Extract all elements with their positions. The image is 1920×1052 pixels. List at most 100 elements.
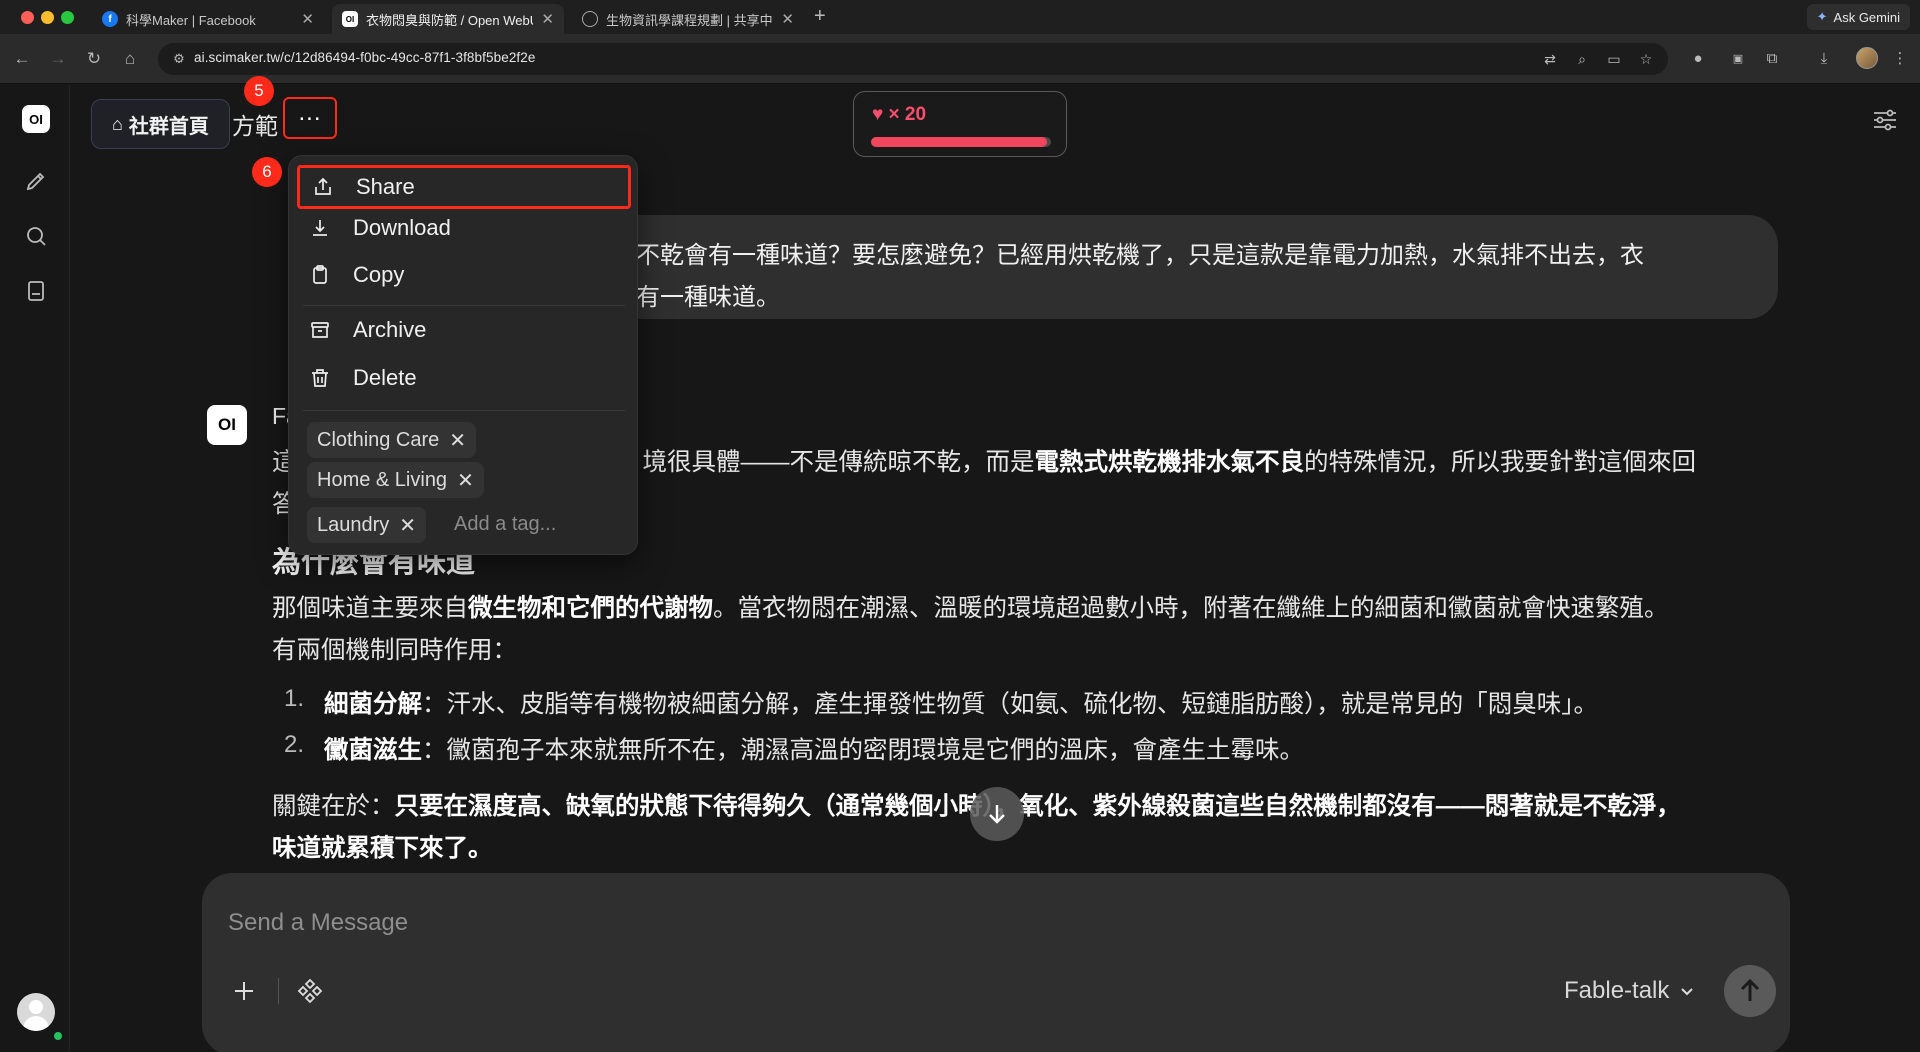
browser-menu-icon[interactable]: ⋮ <box>1888 47 1912 71</box>
community-home-button[interactable]: ⌂ 社群首頁 <box>91 99 230 149</box>
message-input[interactable]: Send a Message <box>228 909 408 937</box>
scroll-to-bottom-button[interactable] <box>970 787 1024 841</box>
tab-share-center[interactable]: 生物資訊學課程規劃 | 共享中心 ✕ <box>572 4 804 34</box>
archive-icon <box>307 317 333 343</box>
minimize-window-button[interactable] <box>41 11 54 24</box>
maximize-window-button[interactable] <box>61 11 74 24</box>
text-run: 的特殊情況，所以我要針對這個來回 <box>1304 449 1696 476</box>
browser-toolbar: ← → ↻ ⌂ ⚙ ai.scimaker.tw/c/12d86494-f0bc… <box>0 34 1920 84</box>
user-message-bubble: 不乾會有一種味道？要怎麼避免？已經用烘乾機了，只是這款是靠電力加熱，水氣排不出去… <box>600 215 1778 319</box>
text-run-bold: 味道就累積下來了。 <box>272 835 493 862</box>
menu-item-copy[interactable]: Copy <box>297 253 631 297</box>
arrow-up-icon <box>1740 978 1760 1001</box>
notes-book-icon[interactable] <box>22 277 50 305</box>
menu-separator <box>303 410 625 411</box>
extension-icon[interactable]: ● <box>1686 47 1710 71</box>
close-icon[interactable]: ✕ <box>781 10 794 28</box>
trash-icon <box>307 365 333 391</box>
tag-chip: Home & Living ✕ <box>307 462 484 498</box>
new-tab-button[interactable]: + <box>814 5 826 28</box>
add-attachment-button[interactable] <box>226 973 262 1009</box>
text-run: 關鍵在於： <box>272 793 395 820</box>
reload-icon[interactable]: ↻ <box>82 47 106 71</box>
list-number: 2. <box>284 731 305 758</box>
bookmark-star-icon[interactable]: ☆ <box>1636 49 1656 69</box>
menu-item-share[interactable]: Share <box>297 165 631 209</box>
remove-tag-icon[interactable]: ✕ <box>399 513 416 538</box>
step-badge-5: 5 <box>244 76 274 106</box>
new-chat-pencil-icon[interactable] <box>22 167 50 195</box>
text-run: 境很具體——不是傳統晾不乾，而是 <box>642 449 1035 476</box>
tab-label: 生物資訊學課程規劃 | 共享中心 <box>606 12 774 28</box>
close-icon[interactable]: ✕ <box>301 10 314 28</box>
online-status-dot <box>52 1030 64 1042</box>
zoom-icon[interactable]: ⌕ <box>1572 49 1592 69</box>
text-run-bold: 黴菌滋生 <box>324 737 422 764</box>
text-run: ：黴菌孢子本來就無所不在，潮濕高溫的密閉環境是它們的溫床，會產生土霉味。 <box>422 737 1304 764</box>
share-icon <box>310 174 336 200</box>
close-window-button[interactable] <box>21 11 34 24</box>
globe-icon <box>582 11 598 27</box>
home-icon[interactable]: ⌂ <box>118 47 142 71</box>
chat-more-options-button[interactable]: ... <box>283 97 337 139</box>
open-webui-app: OI ⌂ 社群首頁 方範 ... 5 ♥ × 20 不乾會有一種味道？要怎麼避免… <box>0 76 1920 1052</box>
user-avatar[interactable] <box>17 993 55 1031</box>
community-home-label: 社群首頁 <box>128 115 209 138</box>
model-name: Fable-talk <box>1564 977 1670 1004</box>
send-button[interactable] <box>1724 965 1776 1017</box>
step-badge-6: 6 <box>252 157 282 187</box>
add-tag-input[interactable]: Add a tag... <box>454 513 556 536</box>
text-run-bold: 微生物和它們的代謝物 <box>468 595 713 622</box>
list-item: 細菌分解：汗水、皮脂等有機物被細菌分解，產生揮發性物質（如氨、硫化物、短鏈脂肪酸… <box>324 685 1598 720</box>
menu-item-archive[interactable]: Archive <box>297 308 631 352</box>
menu-item-download[interactable]: Download <box>297 206 631 250</box>
composer-divider <box>278 978 279 1004</box>
menu-item-delete[interactable]: Delete <box>297 356 631 400</box>
home-icon: ⌂ <box>112 113 123 134</box>
tag-chip: Clothing Care ✕ <box>307 422 477 458</box>
chat-title[interactable]: 方範 <box>232 107 278 141</box>
install-app-icon[interactable]: ▭ <box>1604 49 1624 69</box>
back-arrow-icon[interactable]: ← <box>10 47 34 71</box>
gemini-label: Ask Gemini <box>1833 9 1900 25</box>
url-text: ai.scimaker.tw/c/12d86494-f0bc-49cc-87f1… <box>194 50 536 65</box>
browser-profile-avatar[interactable] <box>1856 47 1878 69</box>
download-icon <box>307 215 333 241</box>
hearts-counter: ♥ × 20 <box>853 91 1067 157</box>
menu-item-label: Delete <box>353 365 417 390</box>
ask-gemini-button[interactable]: ✦ Ask Gemini <box>1806 4 1910 30</box>
assistant-avatar: OI <box>207 405 247 445</box>
tab-open-webui[interactable]: OI 衣物悶臭與防範 / Open WebUI ✕ <box>332 4 564 34</box>
text-run: 。當衣物悶在潮濕、溫暖的環境超過數小時，附著在纖維上的細菌和黴菌就會快速繁殖。 <box>713 595 1669 622</box>
model-selector[interactable]: Fable-talk <box>1564 977 1695 1005</box>
remove-tag-icon[interactable]: ✕ <box>457 468 474 493</box>
tag-label: Clothing Care <box>317 428 440 451</box>
assistant-text-line: 味道就累積下來了。 <box>272 829 493 864</box>
chat-controls-sliders-icon[interactable] <box>1870 105 1900 135</box>
browser-tab-bar: f 科學Maker | Facebook ✕ OI 衣物悶臭與防範 / Open… <box>0 0 1920 34</box>
integrations-button[interactable] <box>292 973 328 1009</box>
extensions-puzzle-icon[interactable]: ⧉ <box>1760 47 1784 71</box>
hearts-progress-track <box>871 137 1051 147</box>
site-settings-icon[interactable]: ⚙ <box>170 50 188 68</box>
translate-icon[interactable]: ⇄ <box>1540 49 1560 69</box>
assistant-text-line: 有兩個機制同時作用： <box>272 637 517 664</box>
remove-tag-icon[interactable]: ✕ <box>449 428 466 453</box>
app-logo[interactable]: OI <box>22 105 50 133</box>
tab-facebook[interactable]: f 科學Maker | Facebook ✕ <box>92 4 324 34</box>
tag-label: Home & Living <box>317 468 448 491</box>
close-icon[interactable]: ✕ <box>541 10 554 28</box>
ellipsis-icon: ... <box>298 99 322 126</box>
facebook-icon: f <box>102 11 118 27</box>
plus-icon <box>235 982 253 1000</box>
clipboard-icon <box>307 262 333 288</box>
search-icon[interactable] <box>22 222 50 250</box>
user-message-text: 不乾會有一種味道？要怎麼避免？已經用烘乾機了，只是這款是靠電力加熱，水氣排不出去… <box>636 235 1742 319</box>
sidebar-rail: OI <box>0 85 70 1052</box>
address-bar[interactable]: ⚙ ai.scimaker.tw/c/12d86494-f0bc-49cc-87… <box>158 43 1668 75</box>
download-tray-icon[interactable]: ⤓ <box>1812 47 1836 71</box>
hearts-label: ♥ × 20 <box>872 104 927 125</box>
menu-item-label: Archive <box>353 317 427 342</box>
forward-arrow-icon[interactable]: → <box>46 47 70 71</box>
extension-off-icon[interactable]: ▣ <box>1726 47 1750 71</box>
